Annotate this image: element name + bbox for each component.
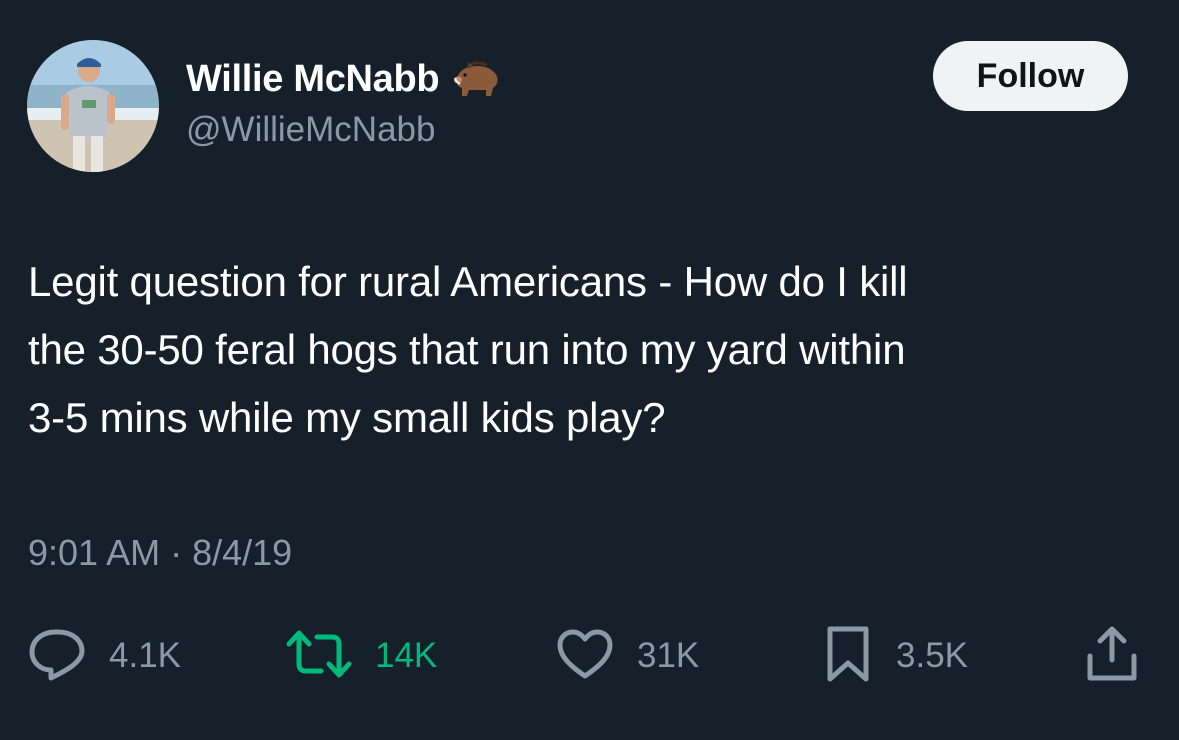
share-button[interactable] — [1082, 620, 1142, 692]
avatar[interactable] — [27, 40, 159, 172]
reply-button[interactable]: 4.1K — [27, 620, 181, 692]
author-handle[interactable]: @WillieMcNabb — [186, 110, 435, 150]
bookmark-button[interactable]: 3.5K — [822, 620, 968, 692]
bookmark-icon — [822, 625, 874, 688]
like-button[interactable]: 31K — [555, 620, 699, 692]
boar-icon — [451, 58, 501, 100]
tweet-text-line: the 30-50 feral hogs that run into my ya… — [28, 326, 906, 373]
tweet-text-line: Legit question for rural Americans - How… — [28, 258, 908, 305]
tweet-text-line: 3-5 mins while my small kids play? — [28, 394, 666, 441]
author-name-row[interactable]: Willie McNabb — [186, 55, 501, 103]
action-bar: 4.1K 14K 31K 3.5K — [0, 620, 1179, 692]
retweet-icon — [285, 628, 353, 685]
retweet-count: 14K — [375, 636, 438, 675]
retweet-button[interactable]: 14K — [285, 620, 437, 692]
follow-button[interactable]: Follow — [933, 41, 1128, 111]
reply-count: 4.1K — [109, 636, 181, 675]
heart-icon — [555, 627, 615, 686]
tweet-timestamp[interactable]: 9:01 AM · 8/4/19 — [28, 532, 292, 574]
share-icon — [1082, 624, 1142, 689]
tweet-card: Willie McNabb @WillieMcNabb Follow Legit… — [0, 0, 1179, 740]
like-count: 31K — [637, 636, 700, 675]
tweet-text: Legit question for rural Americans - How… — [28, 248, 1158, 452]
bookmark-count: 3.5K — [896, 636, 968, 675]
reply-icon — [27, 626, 87, 687]
display-name[interactable]: Willie McNabb — [186, 58, 440, 101]
